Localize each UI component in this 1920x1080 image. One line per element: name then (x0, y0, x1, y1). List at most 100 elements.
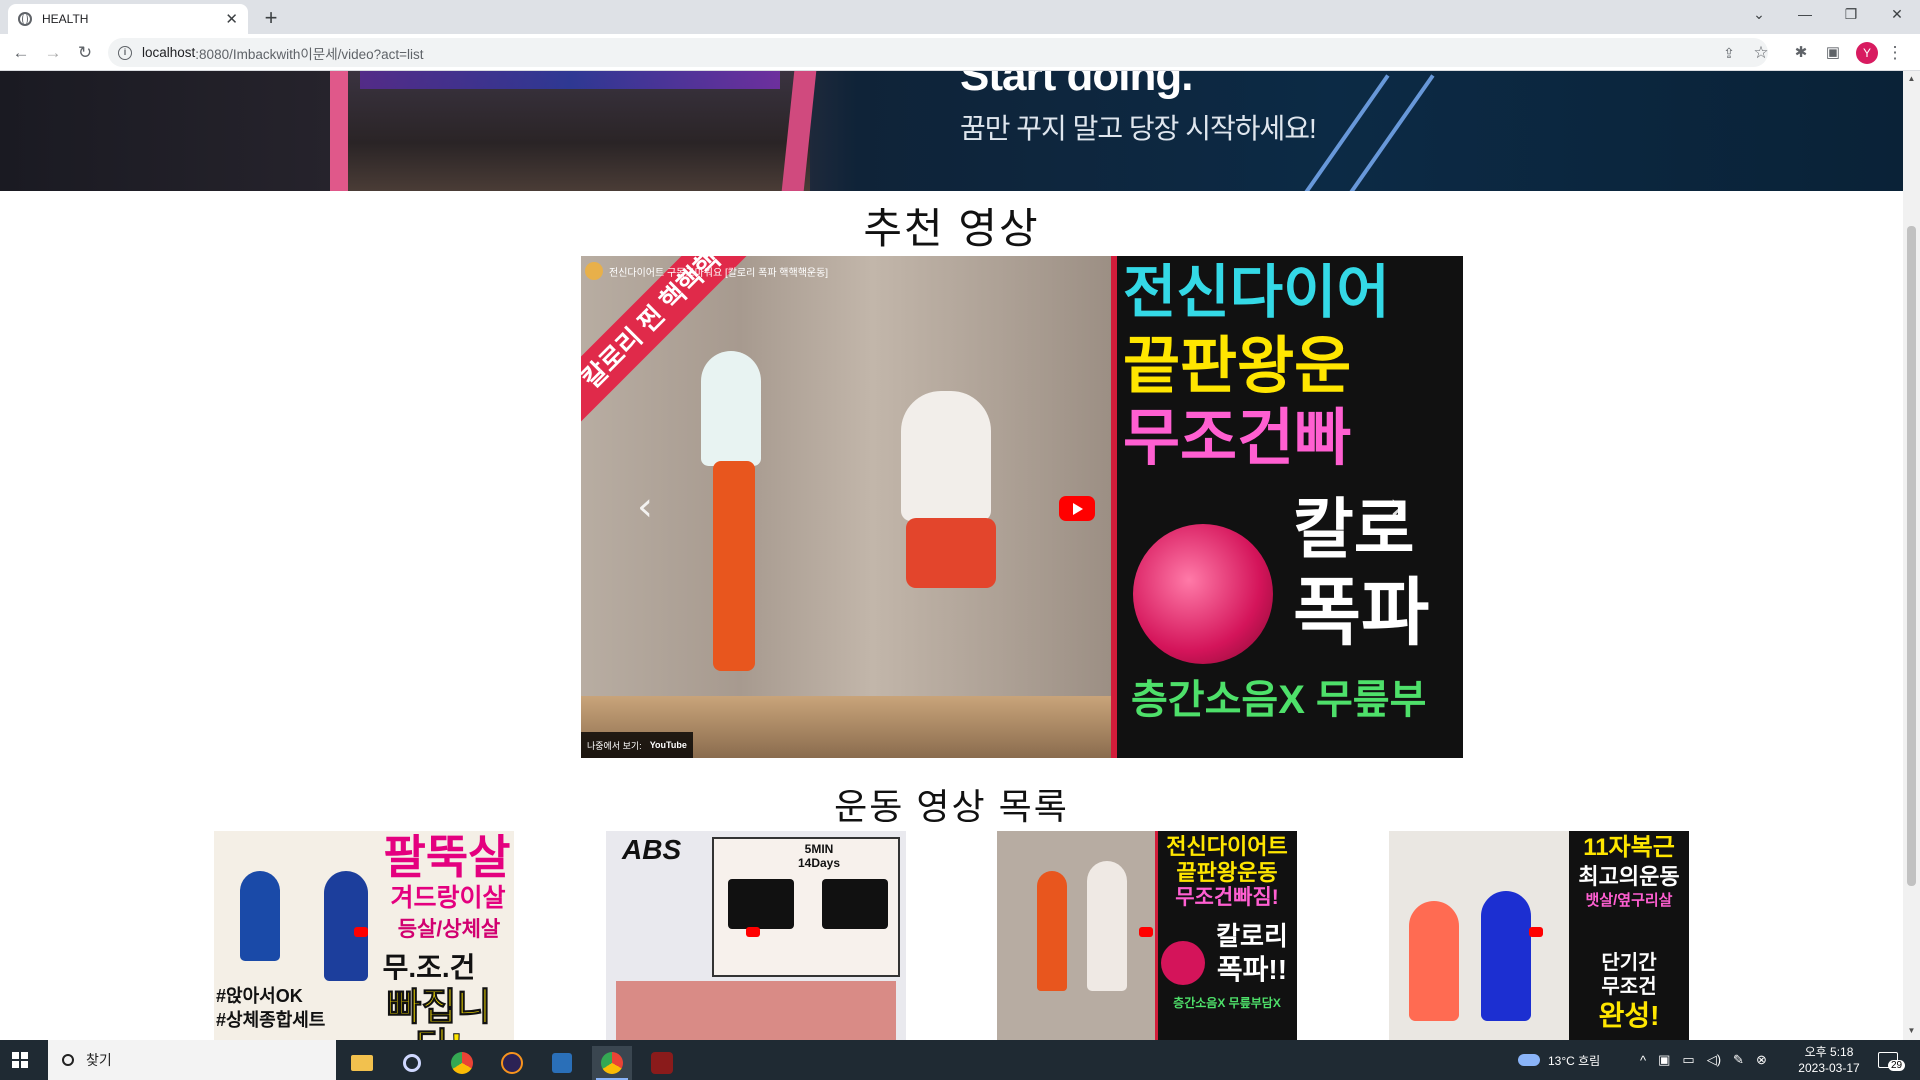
site-info-icon[interactable]: i (118, 45, 132, 60)
bookmark-star-icon[interactable]: ☆ (1748, 40, 1774, 66)
chrome-active-icon[interactable] (592, 1046, 632, 1080)
thumb-text: 빠집니다! (386, 987, 492, 1040)
eclipse-icon[interactable] (492, 1046, 532, 1080)
thumb-text: #앉아서OK (216, 986, 303, 1006)
banner-light-stripe (1339, 74, 1435, 191)
share-icon[interactable]: ⇪ (1716, 40, 1742, 66)
tomcat-icon[interactable] (642, 1046, 682, 1080)
pen-icon[interactable]: ✎ (1733, 1052, 1744, 1068)
carousel-next-button[interactable]: › (1389, 484, 1405, 530)
address-bar[interactable]: i localhost:8080/Imbackwith이문세/video?act… (108, 38, 1768, 67)
thumb-person (1087, 861, 1127, 991)
thumb-person (728, 879, 794, 929)
scrollbar-thumb[interactable] (1907, 226, 1916, 886)
video-thumbnail[interactable]: ABS 5MIN 14Days (606, 831, 906, 1040)
thumb-text: 칼로리 (1216, 921, 1288, 951)
overlay-line: 전신다이어 (1123, 260, 1390, 325)
url-path: :8080/Imbackwith이문세/video?act=list (195, 46, 424, 62)
video-channel-bar: 전신다이어트 구독고마워요 [칼로리 폭파 핵핵핵운동] (585, 262, 828, 280)
page-scrollbar[interactable]: ▲ ▼ (1903, 71, 1920, 1040)
thumb-person (1409, 901, 1459, 1021)
thumb-text: ABS (622, 834, 682, 865)
thumb-text: 폭파!! (1216, 954, 1288, 985)
channel-avatar[interactable] (585, 262, 603, 280)
thumb-text: 단기간 (1601, 952, 1657, 974)
watch-on-youtube-bar[interactable]: 나중에서 보기: YouTube (581, 732, 693, 758)
banner-headline: Start doing. (960, 71, 1193, 100)
tray-app-icon[interactable]: ▣ (1658, 1052, 1670, 1068)
thumb-text: 뱃살/옆구리살 (1585, 892, 1673, 909)
tab-strip: HEALTH ✕ + ⌄ — ❐ ✕ (0, 0, 1920, 34)
recommended-title: 추천 영상 (863, 205, 1040, 252)
thumb-play-icon (354, 927, 368, 937)
gym-photo (330, 71, 810, 191)
side-panel-icon[interactable]: ▣ (1820, 40, 1846, 66)
overlay-line: 무조건빠 (1123, 404, 1352, 473)
scroll-down-icon[interactable]: ▼ (1907, 1026, 1916, 1035)
gym-neon-light (360, 71, 780, 89)
tray-status-icon[interactable]: ⊗ (1756, 1052, 1767, 1068)
thumb-text: 14Days (797, 856, 841, 870)
youtube-play-button[interactable] (1059, 496, 1095, 521)
overlay-line: 끝판왕운 (1123, 332, 1352, 401)
new-tab-button[interactable]: + (258, 6, 284, 32)
clock-app-icon[interactable] (392, 1046, 432, 1080)
thumb-text: 최고의운동 (1578, 864, 1680, 889)
gym-pink-pillar (330, 71, 348, 191)
taskbar-search-box[interactable]: 찾기 (48, 1040, 336, 1080)
thumb-person (324, 871, 368, 981)
weather-widget[interactable]: 13°C 흐림 (1518, 1040, 1600, 1080)
restore-button[interactable]: ❐ (1828, 0, 1874, 30)
scroll-up-icon[interactable]: ▲ (1907, 74, 1916, 83)
trainer-man (901, 391, 991, 521)
thumb-play-icon (746, 927, 760, 937)
clock-date: 2023-03-17 (1798, 1061, 1860, 1075)
forward-icon[interactable]: → (40, 40, 66, 66)
thumb-text: 팔뚝살 (383, 831, 511, 883)
recommended-video-player[interactable]: 칼로리 찐 핵핵핵 전신다이어 끝판왕운 무조건빠 칼로 폭파 층간소음X 무릎… (581, 256, 1463, 758)
trainer-woman (701, 351, 761, 466)
video-thumbnail[interactable]: 팔뚝살 겨드랑이살 등살/상체살 무.조.건 빠집니다! #앉아서OK #상체종… (214, 831, 514, 1040)
video-thumbnail[interactable]: 전신다이어트 끝판왕운동 무조건빠짐! 칼로리 폭파!! 층간소음X 무릎부담X (997, 831, 1297, 1040)
globe-icon (18, 12, 32, 26)
profile-avatar[interactable]: Y (1856, 42, 1878, 64)
menu-kebab-icon[interactable]: ⋮ (1882, 40, 1908, 66)
browser-toolbar: ← → ↻ i localhost:8080/Imbackwith이문세/vid… (0, 34, 1920, 71)
vscode-icon[interactable] (542, 1046, 582, 1080)
overlay-line: 폭파 (1293, 571, 1430, 654)
thumb-text: 완성! (1598, 1000, 1660, 1031)
close-window-button[interactable]: ✕ (1874, 0, 1920, 30)
network-icon[interactable]: ▭ (1682, 1052, 1694, 1068)
taskbar-search-text: 찾기 (86, 1052, 112, 1068)
watch-on-label: 나중에서 보기: (587, 740, 642, 751)
chrome-icon[interactable] (442, 1046, 482, 1080)
minimize-button[interactable]: — (1782, 0, 1828, 30)
thumb-play-icon (1139, 927, 1153, 937)
page-viewport: Start doing. 꿈만 꾸지 말고 당장 시작하세요! 추천 영상 칼로… (0, 71, 1903, 1040)
notification-center[interactable]: 29 (1878, 1040, 1906, 1080)
browser-tab[interactable]: HEALTH ✕ (8, 4, 248, 34)
thumb-text: 무.조.건 (382, 952, 476, 983)
youtube-logo: YouTube (649, 740, 687, 750)
video-list-title: 운동 영상 목록 (834, 786, 1069, 827)
clock-time: 오후 5:18 (1804, 1045, 1854, 1059)
extensions-icon[interactable]: ✱ (1788, 40, 1814, 66)
thumb-person (240, 871, 280, 961)
clock[interactable]: 오후 5:18 2023-03-17 (1794, 1040, 1864, 1080)
cloud-icon (1518, 1054, 1540, 1066)
thumb-text: 끝판왕운동 (1176, 860, 1278, 885)
video-thumbnail[interactable]: 11자복근 최고의운동 뱃살/옆구리살 단기간 무조건 완성! (1389, 831, 1689, 1040)
close-tab-icon[interactable]: ✕ (225, 10, 238, 28)
windows-taskbar: 찾기 13°C 흐림 ^ ▣ ▭ ◁) ✎ ⊗ 오후 5:18 2023-03-… (0, 1040, 1920, 1080)
tab-search-icon[interactable]: ⌄ (1736, 0, 1782, 30)
volume-icon[interactable]: ◁) (1707, 1052, 1721, 1068)
video-title-text[interactable]: 전신다이어트 구독고마워요 [칼로리 폭파 핵핵핵운동] (609, 264, 828, 279)
carousel-prev-button[interactable]: ‹ (637, 484, 653, 530)
file-explorer-icon[interactable] (342, 1046, 382, 1080)
back-icon[interactable]: ← (8, 40, 34, 66)
trainer-woman-legs (713, 461, 755, 671)
tray-chevron-icon[interactable]: ^ (1640, 1053, 1646, 1068)
thumb-text: 5MIN (804, 842, 834, 856)
windows-start-icon[interactable] (12, 1052, 28, 1068)
reload-icon[interactable]: ↻ (72, 40, 98, 66)
